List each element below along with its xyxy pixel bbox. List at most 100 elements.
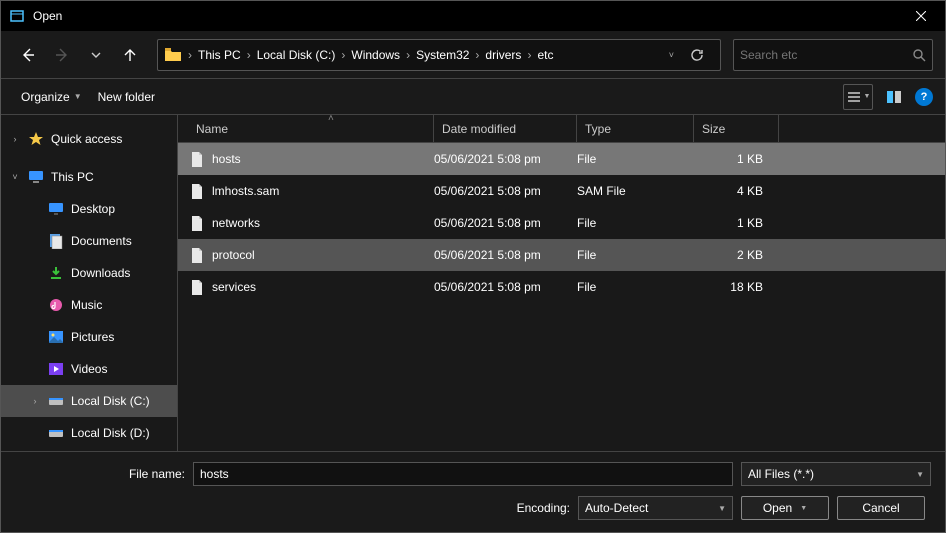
sidebar-item-desktop[interactable]: Desktop (1, 193, 177, 225)
open-button[interactable]: Open ▼ (741, 496, 829, 520)
file-type-filter[interactable]: All Files (*.*) ▼ (741, 462, 931, 486)
new-folder-button[interactable]: New folder (90, 84, 163, 110)
forward-button[interactable] (47, 40, 77, 70)
sidebar-item-label: Desktop (71, 202, 115, 216)
toolbar: Organize ▼ New folder ▼ ? (1, 79, 945, 115)
sidebar-item-label: Music (71, 298, 102, 312)
chevron-down-icon: ▼ (864, 93, 871, 100)
file-icon (188, 184, 206, 199)
pictures-icon (47, 328, 65, 346)
breadcrumb-item[interactable]: Windows (347, 48, 404, 62)
window-title: Open (33, 9, 898, 23)
pc-icon (27, 168, 45, 186)
search-icon (912, 48, 926, 62)
file-row[interactable]: hosts05/06/2021 5:08 pmFile1 KB (178, 143, 945, 175)
sidebar-item-documents[interactable]: Documents (1, 225, 177, 257)
file-type: File (577, 280, 694, 294)
chevron-down-icon[interactable]: ˅ (669, 50, 674, 60)
preview-pane-button[interactable] (879, 84, 909, 110)
breadcrumb-item[interactable]: This PC (194, 48, 245, 62)
file-name-input[interactable] (193, 462, 733, 486)
column-type[interactable]: Type (577, 115, 694, 142)
view-list-button[interactable]: ▼ (843, 84, 873, 110)
expand-icon[interactable]: › (29, 396, 41, 406)
file-type: File (577, 152, 694, 166)
file-rows: hosts05/06/2021 5:08 pmFile1 KBlmhosts.s… (178, 143, 945, 451)
nav-bar: › This PC › Local Disk (C:) › Windows › … (1, 31, 945, 79)
chevron-down-icon (91, 50, 101, 60)
column-name[interactable]: Name (188, 115, 434, 142)
music-icon (47, 296, 65, 314)
recent-dropdown[interactable] (81, 40, 111, 70)
file-size: 18 KB (694, 280, 779, 294)
bottom-panel: File name: All Files (*.*) ▼ Encoding: A… (1, 451, 945, 532)
file-row[interactable]: protocol05/06/2021 5:08 pmFile2 KB (178, 239, 945, 271)
encoding-label: Encoding: (15, 501, 570, 515)
new-folder-label: New folder (98, 90, 155, 104)
cancel-button[interactable]: Cancel (837, 496, 925, 520)
documents-icon (47, 232, 65, 250)
column-headers: Name Date modified Type Size (178, 115, 945, 143)
filter-value: All Files (*.*) (748, 467, 814, 481)
organize-button[interactable]: Organize ▼ (13, 84, 90, 110)
refresh-button[interactable] (682, 40, 712, 70)
file-date: 05/06/2021 5:08 pm (434, 248, 577, 262)
file-type: File (577, 248, 694, 262)
arrow-up-icon (122, 47, 138, 63)
file-date: 05/06/2021 5:08 pm (434, 280, 577, 294)
back-button[interactable] (13, 40, 43, 70)
sidebar-item-disk-c[interactable]: › Local Disk (C:) (1, 385, 177, 417)
column-size[interactable]: Size (694, 115, 779, 142)
sidebar-item-label: Quick access (51, 132, 122, 146)
sidebar-item-label: This PC (51, 170, 94, 184)
sidebar-item-music[interactable]: Music (1, 289, 177, 321)
breadcrumb[interactable]: › This PC › Local Disk (C:) › Windows › … (157, 39, 721, 71)
close-button[interactable] (898, 1, 943, 31)
chevron-right-icon: › (404, 48, 412, 62)
arrow-left-icon (20, 47, 36, 63)
sidebar-item-disk-d[interactable]: Local Disk (D:) (1, 417, 177, 449)
file-size: 4 KB (694, 184, 779, 198)
search-box[interactable] (733, 39, 933, 71)
sidebar-item-label: Downloads (71, 266, 130, 280)
file-date: 05/06/2021 5:08 pm (434, 184, 577, 198)
up-button[interactable] (115, 40, 145, 70)
chevron-down-icon: ▼ (718, 504, 726, 513)
downloads-icon (47, 264, 65, 282)
encoding-select[interactable]: Auto-Detect ▼ (578, 496, 733, 520)
sidebar-item-pictures[interactable]: Pictures (1, 321, 177, 353)
sidebar: › Quick access ˅ This PC Desktop Documen… (1, 115, 178, 451)
file-size: 1 KB (694, 152, 779, 166)
file-row[interactable]: networks05/06/2021 5:08 pmFile1 KB (178, 207, 945, 239)
organize-label: Organize (21, 90, 70, 104)
encoding-value: Auto-Detect (585, 501, 648, 515)
help-button[interactable]: ? (915, 88, 933, 106)
search-input[interactable] (740, 48, 912, 62)
preview-pane-icon (886, 90, 902, 104)
collapse-icon[interactable]: ˅ (9, 172, 21, 182)
body: › Quick access ˅ This PC Desktop Documen… (1, 115, 945, 451)
column-date[interactable]: Date modified (434, 115, 577, 142)
sidebar-item-videos[interactable]: Videos (1, 353, 177, 385)
sidebar-item-this-pc[interactable]: ˅ This PC (1, 161, 177, 193)
breadcrumb-item[interactable]: Local Disk (C:) (253, 48, 340, 62)
breadcrumb-item[interactable]: etc (533, 48, 557, 62)
expand-icon[interactable]: › (9, 134, 21, 144)
file-name: lmhosts.sam (212, 184, 434, 198)
breadcrumb-item[interactable]: System32 (412, 48, 473, 62)
file-type: SAM File (577, 184, 694, 198)
file-row[interactable]: lmhosts.sam05/06/2021 5:08 pmSAM File4 K… (178, 175, 945, 207)
chevron-right-icon: › (245, 48, 253, 62)
file-row[interactable]: services05/06/2021 5:08 pmFile18 KB (178, 271, 945, 303)
videos-icon (47, 360, 65, 378)
file-size: 1 KB (694, 216, 779, 230)
sidebar-item-quick-access[interactable]: › Quick access (1, 123, 177, 155)
file-date: 05/06/2021 5:08 pm (434, 216, 577, 230)
sidebar-item-downloads[interactable]: Downloads (1, 257, 177, 289)
file-name: networks (212, 216, 434, 230)
breadcrumb-item[interactable]: drivers (481, 48, 525, 62)
file-type: File (577, 216, 694, 230)
title-bar: Open (1, 1, 945, 31)
chevron-right-icon: › (339, 48, 347, 62)
sidebar-item-label: Documents (71, 234, 132, 248)
